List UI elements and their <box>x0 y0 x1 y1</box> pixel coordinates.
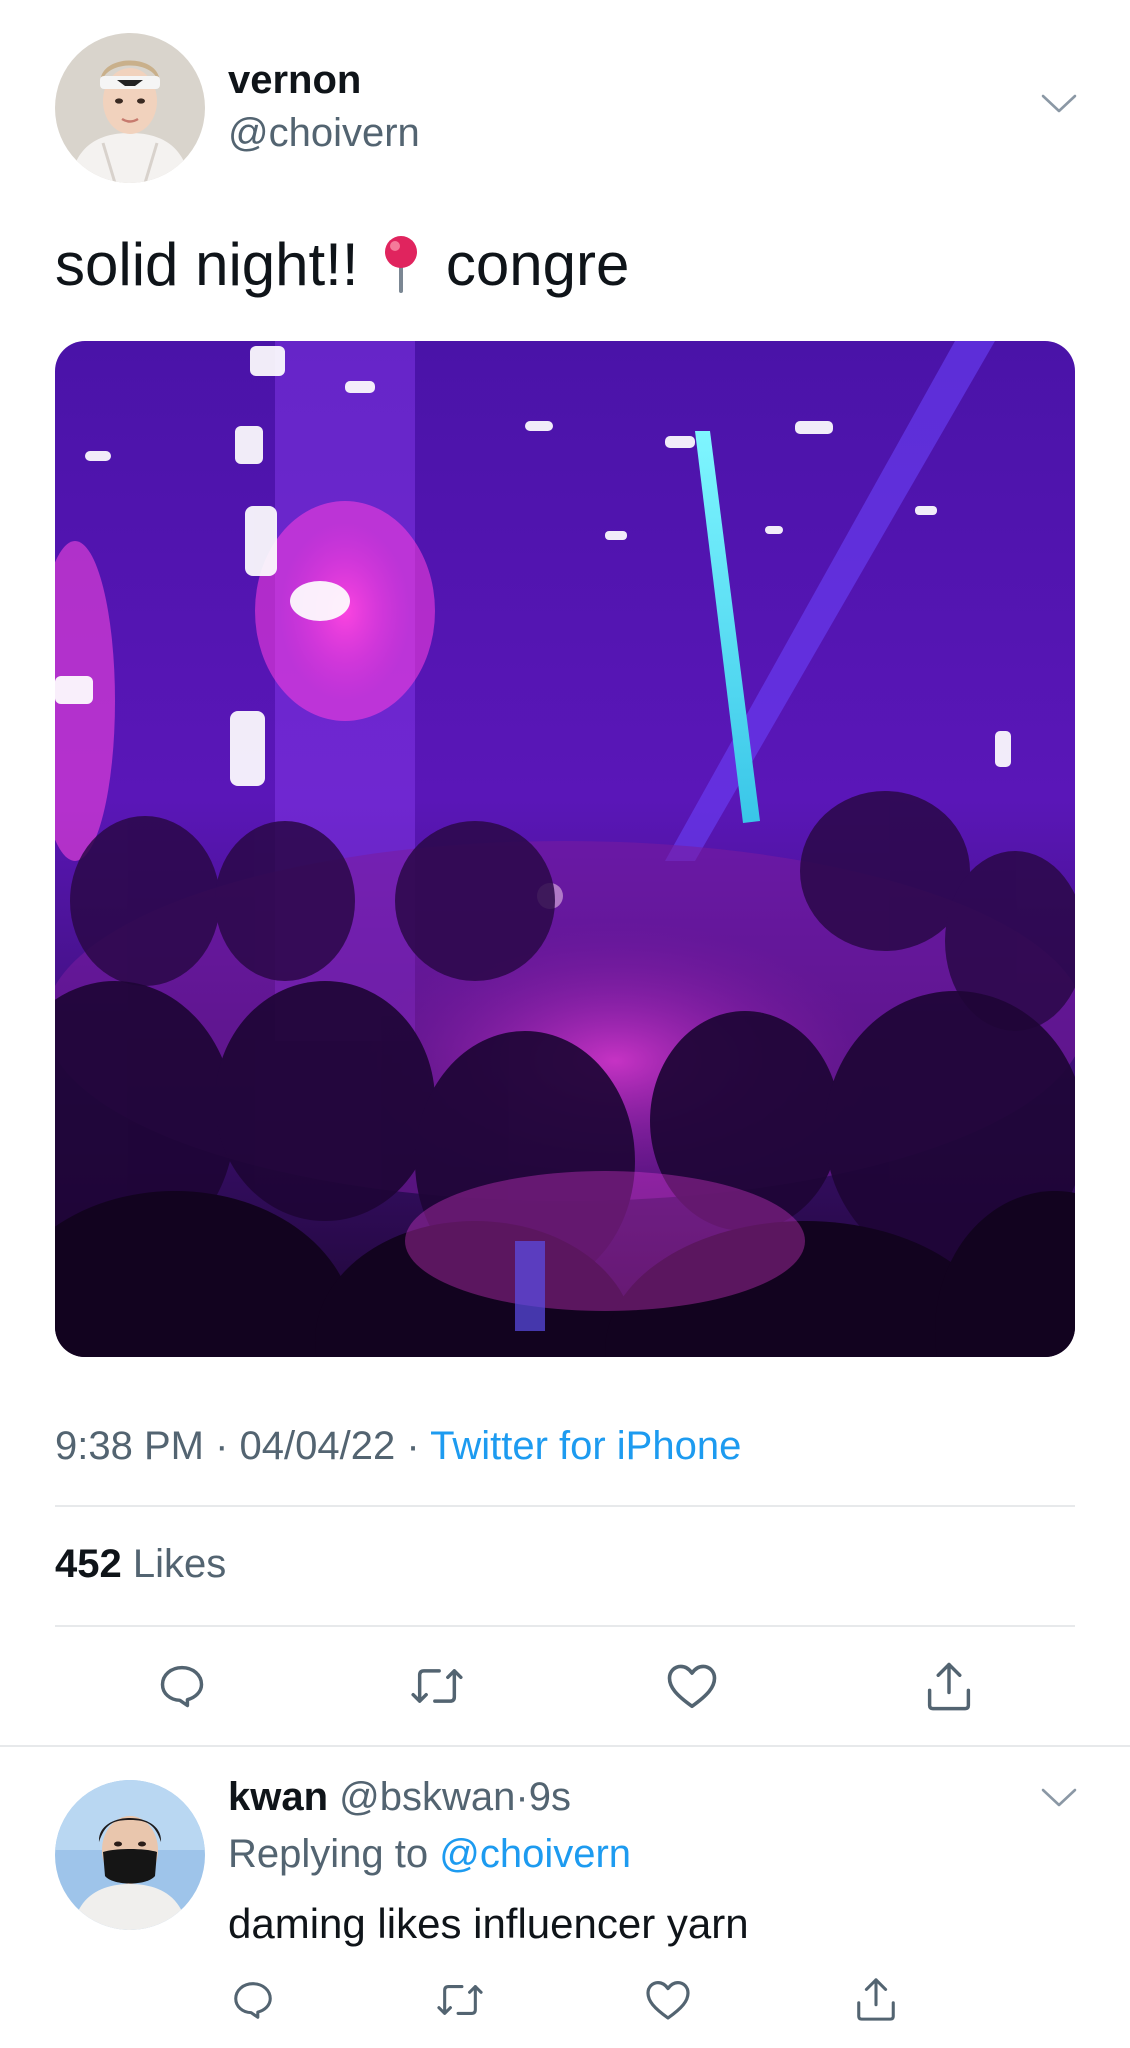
tweet-time: 9:38 PM <box>55 1424 204 1468</box>
reply-header: kwan @bskwan·9s <box>228 1775 571 1820</box>
reply-author-handle[interactable]: @bskwan <box>339 1775 515 1819</box>
likes-count: 452 <box>55 1542 122 1586</box>
retweet-icon <box>411 1669 463 1703</box>
reply-icon <box>234 1982 272 2019</box>
like-icon <box>667 1664 717 1709</box>
replying-to: Replying to @choivern <box>228 1832 631 1877</box>
share-button[interactable] <box>917 1656 981 1716</box>
tweet-date: 04/04/22 <box>239 1424 396 1468</box>
likes-summary[interactable]: 452 Likes <box>55 1542 226 1587</box>
replying-to-label: Replying to <box>228 1832 429 1876</box>
tweet-photo[interactable] <box>55 341 1075 1357</box>
main-tweet: vernon @choivern solid night!! congre 9:… <box>0 0 1130 1745</box>
reply-reply-button[interactable] <box>223 1972 283 2028</box>
chevron-down-icon[interactable] <box>1040 92 1078 116</box>
like-icon <box>646 1981 690 2020</box>
likes-label: Likes <box>132 1542 227 1586</box>
reply-icon <box>160 1665 204 1708</box>
reply-author-avatar[interactable] <box>55 1780 205 1930</box>
round-pushpin-icon <box>385 236 418 293</box>
tweet-source-link[interactable]: Twitter for iPhone <box>430 1424 741 1468</box>
author-display-name[interactable]: vernon <box>228 58 361 103</box>
divider <box>55 1505 1075 1507</box>
reply-share-button[interactable] <box>846 1970 906 2028</box>
replying-to-mention[interactable]: @choivern <box>439 1832 631 1876</box>
tweet-text: solid night!! congre <box>55 230 629 299</box>
retweet-icon <box>437 1985 483 2015</box>
author-avatar[interactable] <box>55 33 205 183</box>
chevron-down-icon[interactable] <box>1040 1786 1078 1810</box>
share-icon <box>857 1978 895 2021</box>
reply-separator: · <box>515 1775 529 1819</box>
divider <box>55 1625 1075 1627</box>
reply-like-button[interactable] <box>638 1972 698 2028</box>
reply-retweet-button[interactable] <box>430 1972 490 2028</box>
tweet-text-start: solid night!! <box>55 231 359 298</box>
tweet-metadata: 9:38 PM · 04/04/22 · Twitter for iPhone <box>55 1424 741 1469</box>
reply-author-name[interactable]: kwan <box>228 1775 328 1819</box>
share-icon <box>927 1662 971 1711</box>
reply-age: 9s <box>528 1775 571 1819</box>
tweet-text-end: congre <box>445 231 630 298</box>
author-handle[interactable]: @choivern <box>228 111 420 156</box>
retweet-button[interactable] <box>405 1656 469 1716</box>
like-button[interactable] <box>660 1656 724 1716</box>
meta-separator: · <box>215 1424 229 1468</box>
reply-button[interactable] <box>150 1656 214 1716</box>
meta-separator: · <box>406 1424 420 1468</box>
reply-text: daming likes influencer yarn <box>228 1900 749 1947</box>
